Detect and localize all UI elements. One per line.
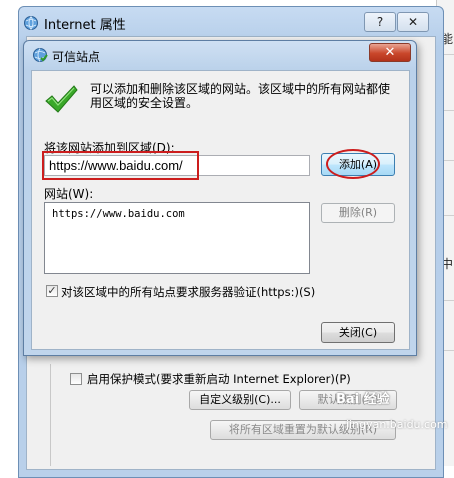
list-item[interactable]: https://www.baidu.com	[52, 208, 185, 220]
protected-mode-label: 启用保护模式(要求重新启动 Internet Explorer)(P)	[87, 372, 351, 386]
highlight-add-button-annotation	[326, 149, 380, 179]
baidu-jingyan-watermark: Bai 经验	[336, 392, 390, 407]
close-dialog-button[interactable]: 关闭(C)	[321, 322, 395, 343]
dialog-title: 可信站点	[52, 50, 101, 64]
window-title: Internet 属性	[44, 18, 126, 33]
websites-label: 网站(W):	[44, 187, 94, 201]
green-checkmark-icon	[45, 85, 78, 113]
websites-list[interactable]: https://www.baidu.com	[44, 202, 310, 274]
require-https-checkbox[interactable]: ✓	[46, 285, 58, 297]
custom-level-button[interactable]: 自定义级别(C)...	[189, 390, 291, 410]
help-button[interactable]: ?	[364, 7, 396, 32]
require-https-label: 对该区域中的所有站点要求服务器验证(https:)(S)	[61, 285, 316, 299]
remove-button[interactable]: 删除(R)	[321, 203, 395, 223]
dialog-description: 可以添加和删除该区域的网站。该区域中的所有网站都使用区域的安全设置。	[90, 82, 391, 110]
protected-mode-checkbox[interactable]	[70, 373, 82, 385]
dialog-close-button[interactable]: ✕	[369, 43, 411, 62]
outer-close-button[interactable]: ✕	[397, 7, 429, 32]
trusted-sites-icon	[33, 48, 48, 62]
internet-globe-icon	[24, 16, 38, 30]
watermark-url: jingyan.baidu.com	[346, 418, 448, 431]
highlight-url-annotation	[42, 151, 199, 180]
